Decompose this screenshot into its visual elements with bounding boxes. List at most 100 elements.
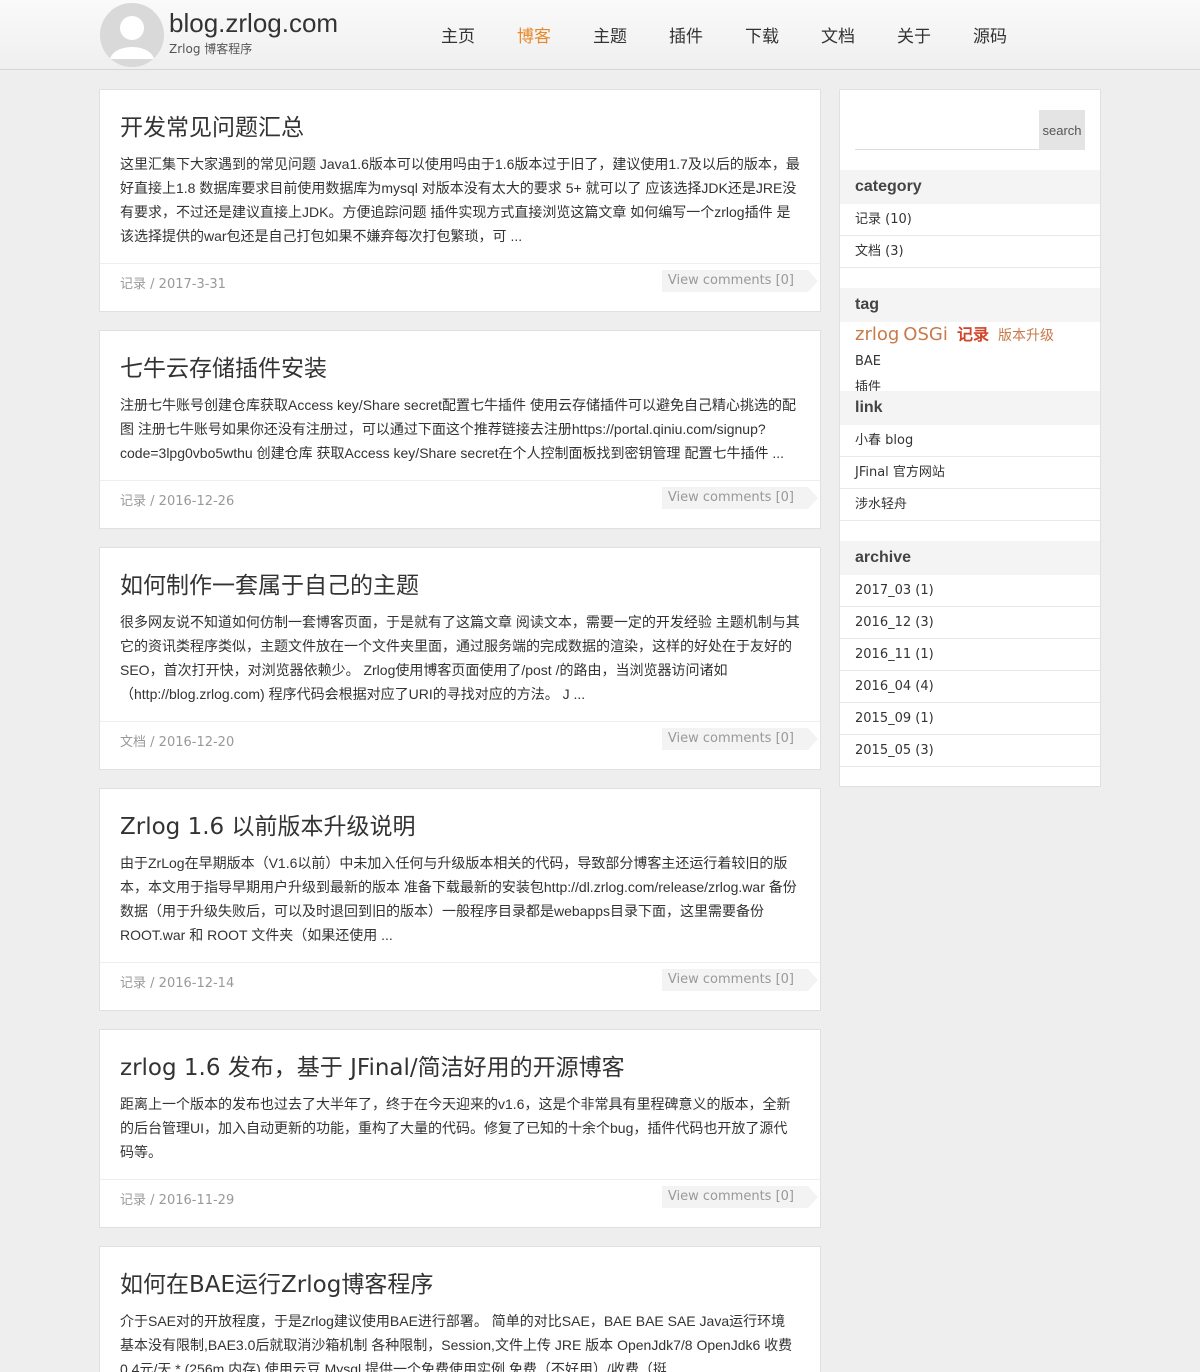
archive-item[interactable]: 2016_04 (4) (840, 671, 1100, 703)
excerpt-line: 0.4元/天 * (256m 内存) 使用云豆 Mysql 提供一个免费使用实例… (120, 1361, 667, 1372)
post-card: 七牛云存储插件安装 注册七牛账号创建仓库获取Access key/Share s… (99, 330, 821, 529)
nav-item-themes[interactable]: 主题 (593, 22, 627, 47)
post-excerpt: 注册七牛账号创建仓库获取Access key/Share secret配置七牛插… (120, 393, 804, 465)
tag-link[interactable]: zrlog (855, 324, 899, 345)
view-comments-button[interactable]: View comments [0] (661, 728, 819, 750)
post-title[interactable]: Zrlog 1.6 以前版本升级说明 (120, 807, 415, 841)
excerpt-line: 码等。 (120, 1144, 162, 1160)
archive-item[interactable]: 2015_09 (1) (840, 703, 1100, 735)
link-item[interactable]: 小春 blog (840, 425, 1100, 457)
post-title[interactable]: 开发常见问题汇总 (120, 108, 304, 142)
excerpt-line: 介于SAE对的开放程度，于是Zrlog建议使用BAE进行部署。 简单的对比SAE… (120, 1313, 786, 1329)
category-item[interactable]: 记录 (10) (840, 204, 1100, 236)
tag-widget-title: tag (840, 288, 1100, 322)
view-comments-button[interactable]: View comments [0] (661, 1186, 819, 1208)
post-footer: 记录 / 2016-12-14 View comments [0] (100, 962, 820, 1010)
post-card: 如何在BAE运行Zrlog博客程序 介于SAE对的开放程度，于是Zrlog建议使… (99, 1246, 821, 1372)
excerpt-line: code=3lpg0vbo5wthu 创建仓库 获取Access key/Sha… (120, 445, 785, 461)
excerpt-line: 本，本文用于指导早期用户升级到最新的版本 准备下载最新的安装包http://dl… (120, 879, 797, 895)
link-widget-title: link (840, 391, 1100, 425)
nav-item-home[interactable]: 主页 (441, 22, 475, 47)
excerpt-line: 好直接上1.8 数据库要求目前使用数据库为mysql 对版本没有太大的要求 5+… (120, 180, 797, 196)
post-date: 2016-11-29 (158, 1193, 235, 1208)
post-category-link[interactable]: 记录 (120, 976, 146, 991)
excerpt-line: 数据（用于升级失败后，可以及时退回到旧的版本）一般程序目录都是webapps目录… (120, 903, 765, 919)
view-comments-button[interactable]: View comments [0] (661, 270, 819, 292)
tag-cloud: zrlog OSGi 记录 版本升级 BAE 插件 (855, 323, 1090, 400)
nav-item-plugins[interactable]: 插件 (669, 22, 703, 47)
tag-link[interactable]: 版本升级 (998, 328, 1054, 344)
tag-link[interactable]: BAE (855, 354, 881, 369)
archive-item[interactable]: 2015_05 (3) (840, 735, 1100, 767)
nav-item-download[interactable]: 下载 (745, 22, 779, 47)
excerpt-line: SEO，首次打开快，对浏览器依赖少。 Zrlog使用博客页面使用了/post /… (120, 662, 728, 678)
site-header: blog.zrlog.com Zrlog 博客程序 主页 博客 主题 插件 下载… (0, 0, 1200, 70)
post-excerpt: 由于ZrLog在早期版本（V1.6以前）中未加入任何与升级版本相关的代码，导致部… (120, 851, 804, 947)
post-footer: 记录 / 2016-12-26 View comments [0] (100, 480, 820, 528)
post-date: 2017-3-31 (158, 277, 226, 292)
post-category-link[interactable]: 记录 (120, 1193, 146, 1208)
excerpt-line: 这里汇集下大家遇到的常见问题 Java1.6版本可以使用吗由于1.6版本过于旧了… (120, 156, 800, 172)
post-meta: 记录 / 2016-12-26 (120, 494, 235, 509)
post-title[interactable]: zrlog 1.6 发布，基于 JFinal/简洁好用的开源博客 (120, 1048, 625, 1082)
archive-item[interactable]: 2016_11 (1) (840, 639, 1100, 671)
post-card: zrlog 1.6 发布，基于 JFinal/简洁好用的开源博客 距离上一个版本… (99, 1029, 821, 1228)
post-meta: 文档 / 2016-12-20 (120, 735, 235, 750)
nav-item-docs[interactable]: 文档 (821, 22, 855, 47)
excerpt-line: 它的资讯类程序类似，主题文件放在一个文件夹里面，通过服务端的完成数据的渲染，这样… (120, 638, 792, 654)
search-button[interactable]: search (1039, 110, 1085, 150)
post-category-link[interactable]: 记录 (120, 494, 146, 509)
post-category-link[interactable]: 记录 (120, 277, 146, 292)
excerpt-line: 的后台管理UI，加入自动更新的功能，重构了大量的代码。修复了已知的十余个bug，… (120, 1120, 788, 1136)
view-comments-button[interactable]: View comments [0] (661, 969, 819, 991)
post-meta: 记录 / 2016-11-29 (120, 1193, 235, 1208)
link-item[interactable]: JFinal 官方网站 (840, 457, 1100, 489)
nav-item-source[interactable]: 源码 (973, 22, 1007, 47)
tag-link[interactable]: 记录 (957, 325, 989, 344)
view-comments-button[interactable]: View comments [0] (661, 487, 819, 509)
post-title[interactable]: 如何制作一套属于自己的主题 (120, 566, 419, 600)
archive-widget-title: archive (840, 541, 1100, 575)
nav-item-about[interactable]: 关于 (897, 22, 931, 47)
excerpt-line: 距离上一个版本的发布也过去了大半年了，终于在今天迎来的v1.6，这是个非常具有里… (120, 1096, 791, 1112)
excerpt-line: （http://blog.zrlog.com) 程序代码会根据对应了URI的寻找… (120, 686, 586, 702)
post-title[interactable]: 七牛云存储插件安装 (120, 349, 327, 383)
archive-item[interactable]: 2016_12 (3) (840, 607, 1100, 639)
archive-item[interactable]: 2017_03 (1) (840, 575, 1100, 607)
search-input[interactable] (855, 110, 1039, 150)
post-footer: 文档 / 2016-12-20 View comments [0] (100, 721, 820, 769)
post-footer: 记录 / 2016-11-29 View comments [0] (100, 1179, 820, 1227)
post-meta: 记录 / 2017-3-31 (120, 277, 226, 292)
post-excerpt: 距离上一个版本的发布也过去了大半年了，终于在今天迎来的v1.6，这是个非常具有里… (120, 1092, 804, 1164)
excerpt-line: 图 注册七牛账号如果你还没有注册过，可以通过下面这个推荐链接去注册https:/… (120, 421, 766, 437)
post-card: 开发常见问题汇总 这里汇集下大家遇到的常见问题 Java1.6版本可以使用吗由于… (99, 89, 821, 312)
post-footer: 记录 / 2017-3-31 View comments [0] (100, 263, 820, 311)
post-excerpt: 这里汇集下大家遇到的常见问题 Java1.6版本可以使用吗由于1.6版本过于旧了… (120, 152, 804, 248)
nav-item-blog[interactable]: 博客 (517, 22, 551, 47)
excerpt-line: 注册七牛账号创建仓库获取Access key/Share secret配置七牛插… (120, 397, 796, 413)
post-title[interactable]: 如何在BAE运行Zrlog博客程序 (120, 1265, 433, 1299)
sidebar: search category 记录 (10) 文档 (3) tag zrlog… (839, 89, 1101, 787)
excerpt-line: 该选择提供的war包还是自己打包如果不嫌弃每次打包繁琐，可 ... (120, 228, 523, 244)
category-widget-title: category (840, 170, 1100, 204)
site-subtitle: Zrlog 博客程序 (169, 42, 253, 56)
category-item[interactable]: 文档 (3) (840, 236, 1100, 268)
tag-link[interactable]: OSGi (903, 324, 948, 345)
post-card: Zrlog 1.6 以前版本升级说明 由于ZrLog在早期版本（V1.6以前）中… (99, 788, 821, 1011)
excerpt-line: 很多网友说不知道如何仿制一套博客页面，于是就有了这篇文章 阅读文本，需要一定的开… (120, 614, 800, 630)
site-title[interactable]: blog.zrlog.com (169, 8, 338, 39)
post-date: 2016-12-20 (158, 735, 235, 750)
excerpt-line: ROOT.war 和 ROOT 文件夹（如果还使用 ... (120, 927, 393, 943)
post-excerpt: 很多网友说不知道如何仿制一套博客页面，于是就有了这篇文章 阅读文本，需要一定的开… (120, 610, 804, 706)
post-excerpt: 介于SAE对的开放程度，于是Zrlog建议使用BAE进行部署。 简单的对比SAE… (120, 1309, 804, 1372)
user-avatar-icon (100, 3, 164, 67)
post-meta: 记录 / 2016-12-14 (120, 976, 235, 991)
post-date: 2016-12-26 (158, 494, 235, 509)
avatar[interactable] (100, 3, 164, 67)
excerpt-line: 基本没有限制,BAE3.0后就取消沙箱机制 各种限制，Session,文件上传 … (120, 1337, 793, 1353)
post-category-link[interactable]: 文档 (120, 735, 146, 750)
link-item[interactable]: 涉水轻舟 (840, 489, 1100, 521)
post-date: 2016-12-14 (158, 976, 235, 991)
excerpt-line: 有要求，不过还是建议直接上JDK。方便追踪问题 插件实现方式直接浏览这篇文章 如… (120, 204, 791, 220)
post-card: 如何制作一套属于自己的主题 很多网友说不知道如何仿制一套博客页面，于是就有了这篇… (99, 547, 821, 770)
